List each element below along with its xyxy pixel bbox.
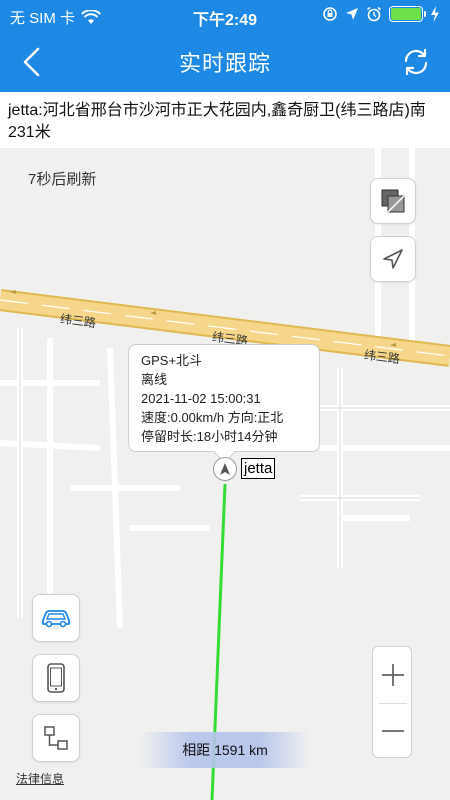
- charging-icon: [431, 6, 439, 22]
- zoom-control: [372, 646, 412, 758]
- locate-button[interactable]: [370, 236, 416, 282]
- timestamp: 2021-11-02 15:00:31: [141, 391, 261, 406]
- battery-fill: [391, 8, 421, 20]
- status-bar: 无 SIM 卡 下午2:49: [0, 0, 450, 32]
- car-location-button[interactable]: [32, 594, 80, 642]
- phone-icon: [47, 663, 65, 693]
- map-layer-button[interactable]: [370, 178, 416, 224]
- route-icon: [44, 726, 68, 750]
- distance-indicator: 相距 1591 km: [140, 732, 310, 768]
- page-title: 实时跟踪: [178, 51, 271, 76]
- refresh-button[interactable]: [396, 44, 436, 80]
- layers-icon: [381, 189, 405, 213]
- distance-text: 相距 1591 km: [182, 742, 268, 758]
- positioning-mode: GPS+北斗: [141, 353, 203, 368]
- phone-location-button[interactable]: [32, 654, 80, 702]
- navigation-arrow-icon: [383, 249, 403, 269]
- legal-info-link[interactable]: 法律信息: [16, 770, 64, 787]
- stay-duration: 停留时长:18小时14分钟: [141, 429, 278, 444]
- alarm-icon: [367, 6, 381, 22]
- route-button[interactable]: [32, 714, 80, 762]
- vehicle-marker[interactable]: [213, 457, 237, 481]
- refresh-countdown: 7秒后刷新: [28, 171, 97, 188]
- plus-icon: [382, 664, 404, 686]
- online-status: 离线: [141, 372, 168, 387]
- status-right: [322, 6, 440, 22]
- orientation-lock-icon: [323, 7, 337, 21]
- refresh-icon: [404, 48, 428, 76]
- minus-icon: [382, 730, 404, 732]
- car-icon: [42, 610, 70, 628]
- vehicle-info-popup: GPS+北斗 离线 2021-11-02 15:00:31 速度:0.00km/…: [128, 344, 320, 452]
- zoom-out-button[interactable]: [373, 703, 413, 759]
- speed-direction: 速度:0.00km/h 方向:正北: [141, 410, 284, 425]
- battery-icon: [389, 6, 426, 22]
- address-bar: jetta:河北省邢台市沙河市正大花园内,鑫奇厨卫(纬三路店)南231米: [0, 92, 450, 148]
- header: 无 SIM 卡 下午2:49 实时跟踪: [0, 0, 450, 92]
- nav-bar: 实时跟踪: [0, 32, 450, 92]
- location-arrow-icon: [346, 8, 358, 20]
- vehicle-direction-icon: [220, 463, 230, 475]
- zoom-in-button[interactable]: [373, 647, 413, 703]
- vehicle-name-label: jetta: [241, 458, 276, 479]
- map-view[interactable]: 纬三路 纬三路 纬三路 7秒后刷新 GPS+北斗 离线 2021-11-02 1…: [0, 148, 450, 800]
